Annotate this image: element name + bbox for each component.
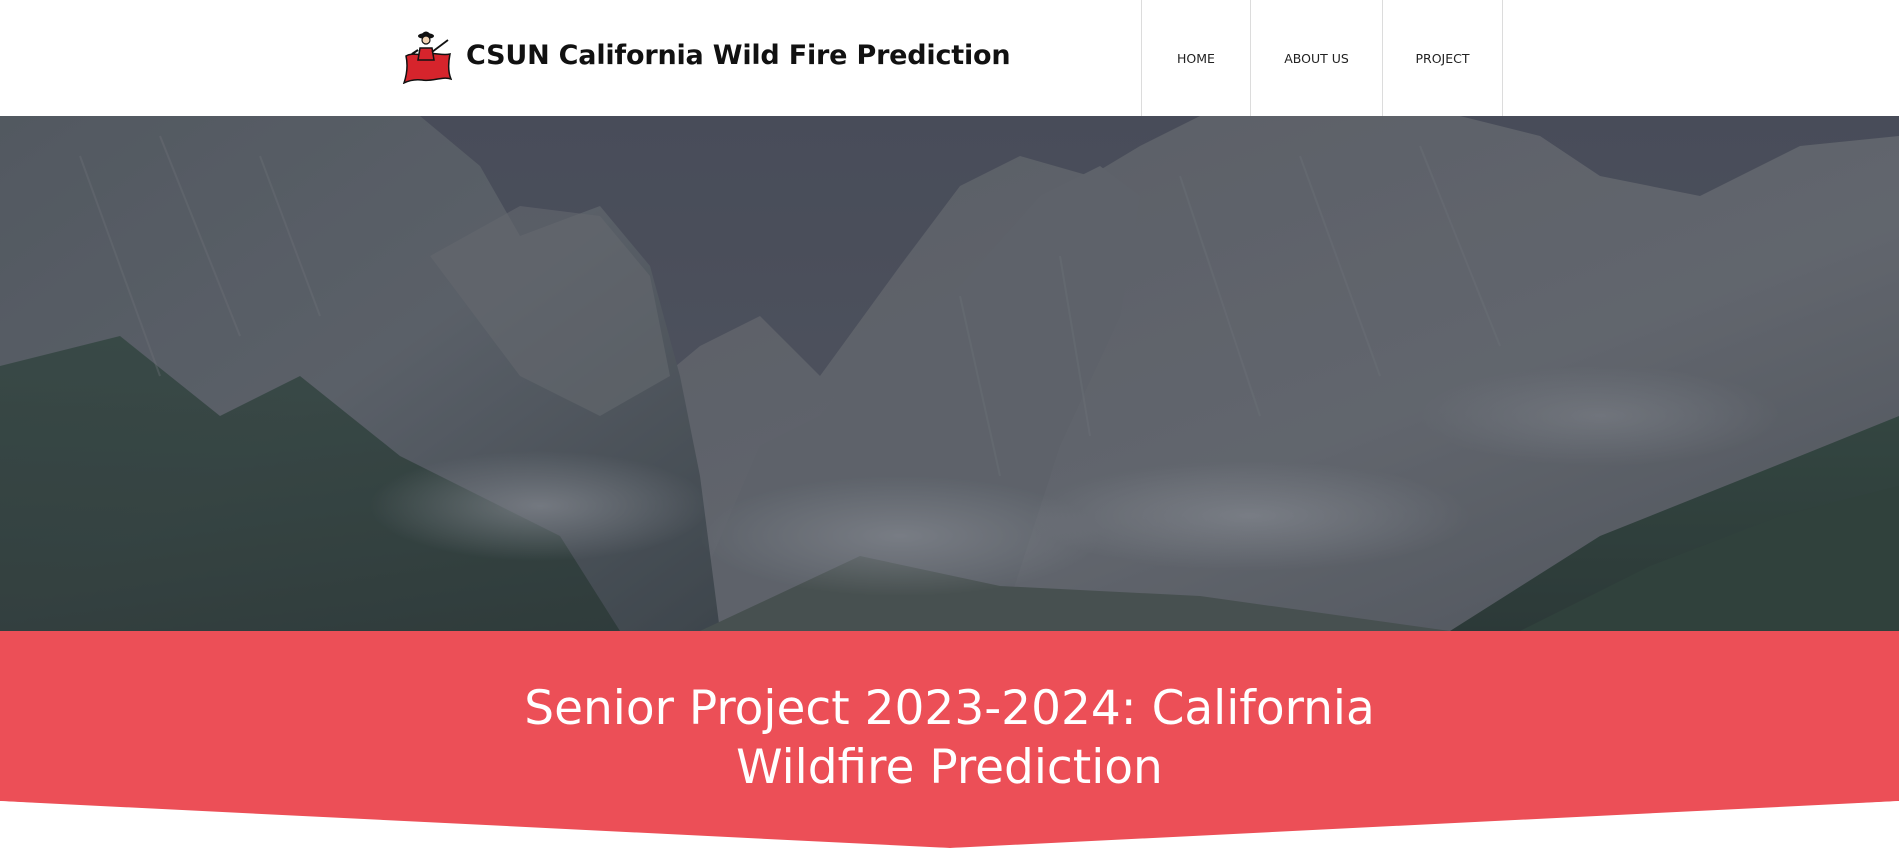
mountain-landscape-image [0, 116, 1899, 631]
site-header: CSUN California Wild Fire Prediction HOM… [0, 0, 1899, 116]
matador-logo-icon [402, 31, 452, 84]
page-title: Senior Project 2023-2024: California Wil… [524, 681, 1375, 795]
hero-image [0, 116, 1899, 631]
nav-home[interactable]: HOME [1141, 0, 1250, 116]
main-nav: HOME ABOUT US PROJECT [1141, 0, 1503, 116]
site-title: CSUN California Wild Fire Prediction [466, 39, 1011, 71]
nav-project[interactable]: PROJECT [1382, 0, 1503, 116]
brand-link[interactable]: CSUN California Wild Fire Prediction [402, 26, 1011, 84]
title-banner: Senior Project 2023-2024: California Wil… [0, 631, 1899, 848]
nav-about-us[interactable]: ABOUT US [1250, 0, 1382, 116]
